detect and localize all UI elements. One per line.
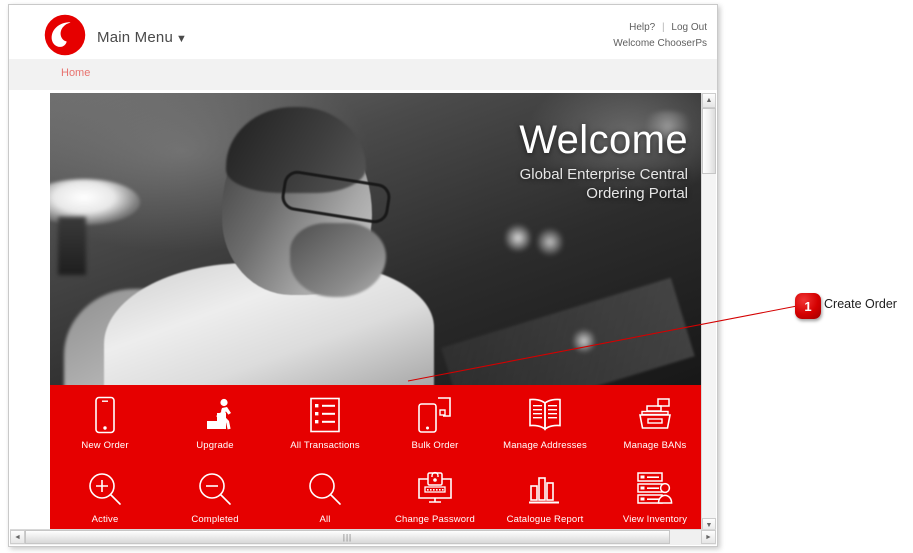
hero-bokeh-decor [537, 225, 563, 259]
tile-label: All [319, 514, 331, 525]
horizontal-scroll-thumb[interactable]: ||| [25, 530, 670, 544]
vertical-scrollbar[interactable]: ▲ ▼ [701, 93, 716, 533]
application-window: Main Menu ▼ Help? | Log Out Welcome Choos… [8, 4, 718, 547]
tile-new-order[interactable]: New Order [50, 393, 160, 467]
welcome-user-text: Welcome ChooserPs [613, 38, 707, 49]
chevron-down-icon: ▼ [176, 33, 188, 45]
vertical-scroll-thumb[interactable] [702, 108, 716, 174]
two-devices-icon [416, 393, 454, 437]
tile-label: Completed [191, 514, 239, 525]
quick-actions-grid: New Order Upgrade All Transactions Bulk … [50, 385, 710, 533]
servers-user-icon [635, 467, 675, 511]
tile-all-transactions[interactable]: All Transactions [270, 393, 380, 467]
tile-view-inventory[interactable]: View Inventory [600, 467, 710, 533]
logout-link[interactable]: Log Out [671, 22, 707, 33]
hero-bokeh-decor [505, 221, 531, 255]
tile-all[interactable]: All [270, 467, 380, 533]
main-menu-label: Main Menu [97, 29, 174, 46]
tile-label: New Order [81, 440, 129, 451]
callout-badge-1[interactable]: 1 [795, 293, 821, 319]
content-viewport: Welcome Global Enterprise Central Orderi… [50, 93, 710, 533]
quick-actions-row-2: Active Completed All Change Password Cat… [50, 467, 710, 533]
hero-bokeh-decor [573, 326, 595, 356]
hero-title: Welcome [519, 118, 688, 162]
vodafone-logo[interactable] [43, 13, 89, 59]
quick-actions-row-1: New Order Upgrade All Transactions Bulk … [50, 393, 710, 467]
tile-manage-bans[interactable]: Manage BANs [600, 393, 710, 467]
person-stairs-icon [195, 393, 235, 437]
tile-change-password[interactable]: Change Password [380, 467, 490, 533]
breadcrumb-item-home[interactable]: Home [61, 67, 90, 79]
tile-label: Bulk Order [411, 440, 459, 451]
screenshot-root: Main Menu ▼ Help? | Log Out Welcome Choos… [0, 0, 913, 553]
header-links: Help? | Log Out Welcome ChooserPs [613, 21, 707, 51]
callout-label-1: Create Order [824, 297, 897, 311]
app-header: Main Menu ▼ Help? | Log Out Welcome Choos… [9, 5, 717, 59]
tile-completed[interactable]: Completed [160, 467, 270, 533]
printer-icon [636, 393, 674, 437]
help-link[interactable]: Help? [629, 22, 655, 33]
tile-catalogue-report[interactable]: Catalogue Report [490, 467, 600, 533]
hero-copy: Welcome Global Enterprise Central Orderi… [473, 117, 688, 203]
tile-label: Manage Addresses [503, 440, 587, 451]
tile-upgrade[interactable]: Upgrade [160, 393, 270, 467]
tile-label: Active [91, 514, 119, 525]
tile-manage-addresses[interactable]: Manage Addresses [490, 393, 600, 467]
list-document-icon [309, 393, 341, 437]
breadcrumb: Home [9, 59, 717, 90]
tile-bulk-order[interactable]: Bulk Order [380, 393, 490, 467]
hero-subtitle: Global Enterprise Central Ordering Porta… [519, 166, 688, 202]
vertical-scroll-track[interactable] [702, 108, 716, 518]
tile-active[interactable]: Active [50, 467, 160, 533]
monitor-lock-icon [415, 467, 455, 511]
magnifier-minus-icon [197, 467, 233, 511]
scroll-right-button[interactable]: ► [701, 530, 716, 544]
horizontal-scrollbar[interactable]: ◄ ||| ► [10, 529, 716, 545]
magnifier-icon [307, 467, 343, 511]
tile-label: Change Password [395, 514, 475, 525]
main-menu-dropdown[interactable]: Main Menu ▼ [97, 29, 187, 46]
vodafone-logo-icon [44, 14, 86, 56]
tile-label: Manage BANs [623, 440, 687, 451]
tile-label: All Transactions [290, 440, 360, 451]
hero-lamp-stem-decor [58, 217, 86, 275]
link-separator: | [662, 22, 665, 33]
scroll-left-button[interactable]: ◄ [10, 530, 25, 544]
tile-label: Upgrade [196, 440, 234, 451]
tile-label: View Inventory [622, 514, 688, 525]
hero-banner: Welcome Global Enterprise Central Orderi… [50, 93, 710, 385]
smartphone-icon [91, 393, 119, 437]
tile-label: Catalogue Report [506, 514, 584, 525]
magnifier-plus-icon [87, 467, 123, 511]
bar-chart-icon [527, 467, 563, 511]
scroll-thumb-grip: ||| [342, 532, 353, 542]
open-book-icon [526, 393, 564, 437]
scroll-up-button[interactable]: ▲ [702, 93, 716, 108]
